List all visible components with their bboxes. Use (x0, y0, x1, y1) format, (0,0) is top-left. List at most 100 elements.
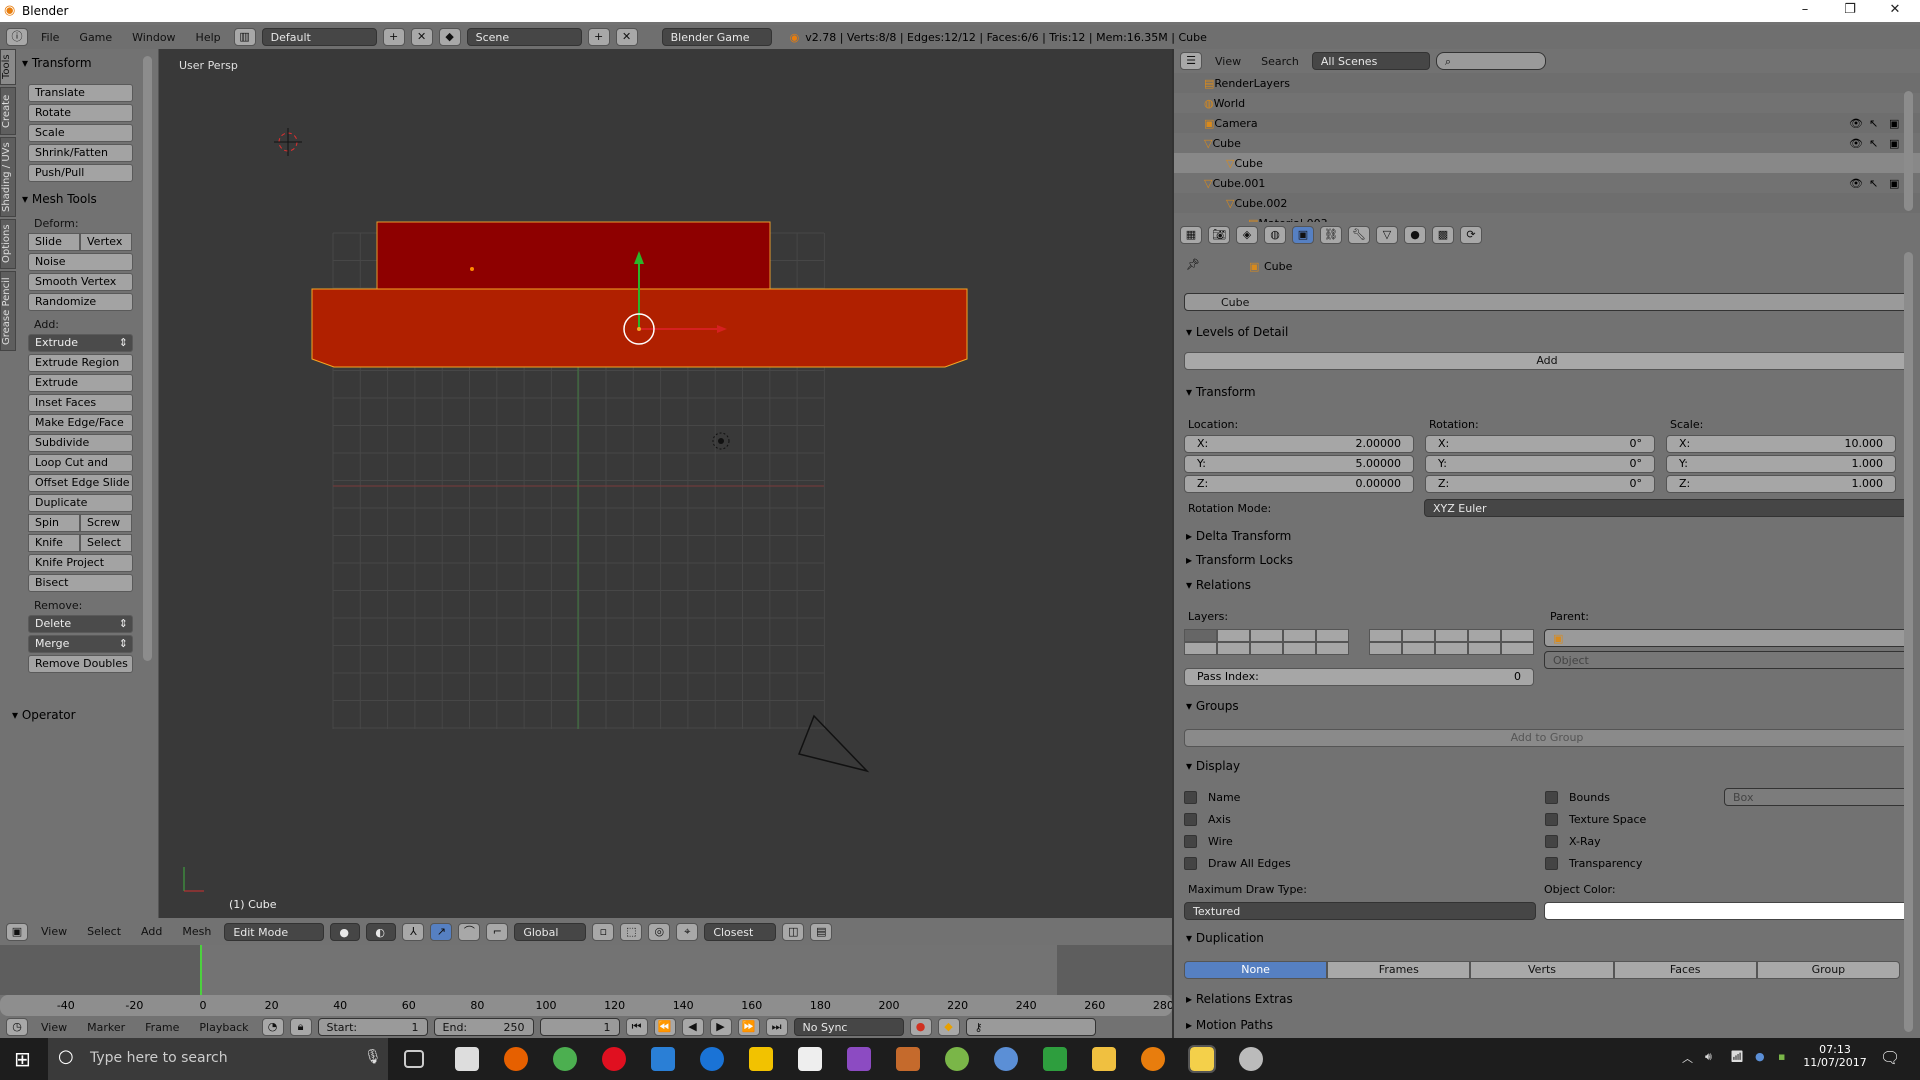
menu-game[interactable]: Game (72, 31, 119, 44)
app-icon[interactable] (1188, 1045, 1216, 1073)
scale-x-field[interactable]: X: 10.000 (1666, 435, 1896, 453)
app-icon[interactable] (749, 1047, 773, 1071)
tab-create[interactable]: Create (0, 87, 16, 135)
menu-search[interactable]: Search (1254, 55, 1306, 68)
rotation-y-field[interactable]: Y: 0° (1425, 455, 1655, 473)
mesh-tools-panel-header[interactable]: ▾ Mesh Tools (22, 190, 137, 212)
snap-target-select[interactable]: Closest (704, 922, 777, 941)
record-icon[interactable]: ● (909, 1018, 932, 1036)
menu-view[interactable]: View (34, 1021, 74, 1034)
visibility-icon[interactable]: 👁︎ (1849, 137, 1863, 150)
display-checkbox[interactable] (1184, 791, 1197, 804)
layer-button[interactable] (1283, 629, 1316, 642)
shrink-fatten-button[interactable]: Shrink/Fatten (28, 144, 133, 162)
relations-header[interactable]: ▾ Relations (1186, 578, 1251, 592)
opengl-render-icon[interactable]: ▤ (810, 922, 833, 941)
keying-set-field[interactable]: ⚷ (965, 1018, 1096, 1036)
app-icon[interactable] (945, 1047, 969, 1071)
3d-viewport[interactable]: User Persp (1) Cube (159, 49, 1172, 918)
properties-scrollbar[interactable] (1904, 252, 1913, 1032)
display-checkbox[interactable] (1545, 835, 1558, 848)
transform-panel-header[interactable]: ▾ Transform (1186, 385, 1256, 399)
render-tab-icon[interactable]: 📷︎ (1208, 226, 1230, 244)
edge-icon[interactable] (700, 1047, 724, 1071)
transform-panel-header[interactable]: ▾ Transform (22, 54, 137, 76)
windows-start-icon[interactable]: ⊞ (14, 1047, 31, 1071)
menu-mesh[interactable]: Mesh (175, 925, 218, 938)
outliner-item[interactable]: ▽ Cube 👁︎ ↖ ▣ (1174, 133, 1920, 153)
tray-app-icon[interactable]: ● (1755, 1050, 1765, 1063)
motion-paths-header[interactable]: ▸ Motion Paths (1186, 1018, 1273, 1032)
renderable-icon[interactable]: ▣ (1889, 137, 1899, 150)
outliner-item[interactable]: ▤ RenderLayers (1174, 73, 1920, 93)
layer-button[interactable] (1316, 642, 1349, 655)
add-scene-icon[interactable]: + (587, 28, 610, 46)
editor-type-timeline-icon[interactable]: ◷ (6, 1018, 28, 1036)
opera-icon[interactable] (602, 1047, 626, 1071)
tab-options[interactable]: Options (0, 219, 16, 269)
outliner-item[interactable]: ◍ World (1174, 93, 1920, 113)
spin-button[interactable]: Spin (28, 514, 80, 532)
jump-keyframe-back-icon[interactable]: ⏪ (653, 1018, 676, 1036)
delete-menu[interactable]: Delete ⇕ (28, 615, 133, 633)
bisect-button[interactable]: Bisect (28, 574, 133, 592)
material-tab-icon[interactable]: ● (1404, 226, 1426, 244)
merge-menu[interactable]: Merge ⇕ (28, 635, 133, 653)
rotation-mode-select[interactable]: XYZ Euler (1424, 499, 1910, 517)
editor-type-3d-icon[interactable]: ▣ (6, 922, 28, 941)
snap-icon[interactable]: ⌖ (676, 922, 699, 941)
timeline[interactable]: -40 -20 0 20 40 60 80 100 120 140 160 180 200 220 240 2… (0, 945, 1174, 1016)
menu-add[interactable]: Add (134, 925, 169, 938)
parent-field[interactable]: ▣ (1544, 629, 1910, 647)
jump-end-icon[interactable]: ⏭ (765, 1018, 788, 1036)
offset-edge-slide-button[interactable]: Offset Edge Slide (28, 474, 133, 492)
menu-help[interactable]: Help (189, 31, 228, 44)
noise-button[interactable]: Noise (28, 253, 133, 271)
translate-button[interactable]: Translate (28, 84, 133, 102)
transform-locks-header[interactable]: ▸ Transform Locks (1186, 553, 1293, 567)
orientation-select[interactable]: Global (514, 922, 587, 941)
tool-shelf-scrollbar[interactable] (143, 56, 152, 661)
screw-button[interactable]: Screw (80, 514, 132, 532)
scene-tab-icon[interactable]: ◈ (1236, 226, 1258, 244)
taskbar-search[interactable]: ○ Type here to search 🎙︎ (48, 1038, 388, 1080)
layer-button[interactable] (1217, 642, 1250, 655)
layer-button[interactable] (1369, 642, 1402, 655)
extrude-region-button[interactable]: Extrude Region (28, 354, 133, 372)
scale-button[interactable]: Scale (28, 124, 133, 142)
parent-type-select[interactable]: Object (1544, 651, 1910, 669)
texture-tab-icon[interactable]: ▩ (1432, 226, 1454, 244)
object-tab-icon[interactable]: ▣ (1292, 226, 1314, 244)
outliner-item[interactable]: ▽ Cube.001 👁︎ ↖ ▣ (1174, 173, 1920, 193)
smooth-vertex-button[interactable]: Smooth Vertex (28, 273, 133, 291)
volume-icon[interactable]: 🔊︎ (1705, 1050, 1712, 1064)
layer-button[interactable] (1184, 642, 1217, 655)
layout-select[interactable]: Default (261, 28, 377, 46)
layer-button[interactable] (1468, 642, 1501, 655)
outliner-scrollbar[interactable] (1904, 91, 1913, 211)
visual-studio-icon[interactable] (847, 1047, 871, 1071)
render-icon[interactable]: ◫ (782, 922, 805, 941)
dup-group[interactable]: Group (1756, 961, 1901, 979)
extrude-individual-button[interactable]: Extrude Individual (28, 374, 133, 405)
scale-y-field[interactable]: Y: 1.000 (1666, 455, 1896, 473)
outliner-search-input[interactable]: ⌕ (1435, 52, 1546, 70)
outliner-item[interactable]: ▽ Cube (1174, 153, 1920, 173)
display-checkbox[interactable] (1545, 813, 1558, 826)
menu-select[interactable]: Select (80, 925, 128, 938)
duplicate-button[interactable]: Duplicate (28, 494, 133, 512)
chrome-icon[interactable] (553, 1047, 577, 1071)
vertex-select-icon[interactable]: ▫ (592, 922, 615, 941)
menu-playback[interactable]: Playback (192, 1021, 255, 1034)
knife-select-button[interactable]: Select (80, 534, 132, 552)
viewport-canvas[interactable] (159, 49, 1172, 918)
display-mode-select[interactable]: All Scenes (1311, 52, 1430, 70)
tab-tools[interactable]: Tools (0, 49, 16, 85)
dup-frames[interactable]: Frames (1327, 961, 1471, 979)
remove-doubles-button[interactable]: Remove Doubles (28, 655, 133, 673)
dup-none[interactable]: None (1184, 961, 1328, 979)
location-y-field[interactable]: Y: 5.00000 (1184, 455, 1414, 473)
tray-chevron-icon[interactable]: ︿ (1682, 1050, 1693, 1066)
blender-taskbar-icon[interactable] (1141, 1047, 1165, 1071)
location-z-field[interactable]: Z: 0.00000 (1184, 475, 1414, 493)
